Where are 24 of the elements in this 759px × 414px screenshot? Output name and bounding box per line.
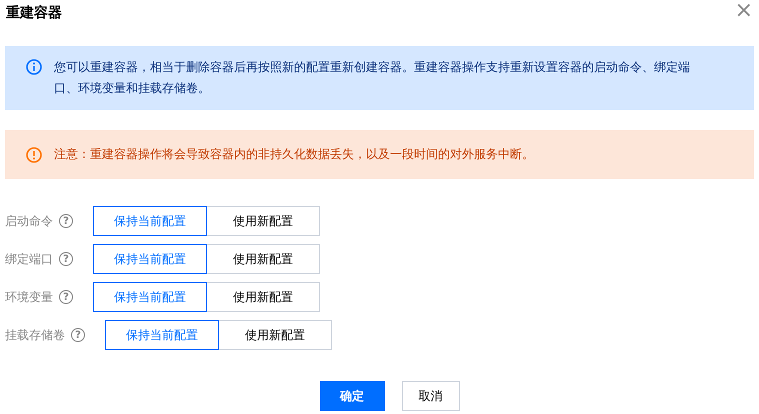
help-icon[interactable]: ? bbox=[59, 252, 73, 266]
option-button[interactable]: 使用新配置 bbox=[218, 320, 332, 350]
help-icon[interactable]: ? bbox=[59, 214, 73, 228]
cancel-button[interactable]: 取消 bbox=[402, 381, 460, 411]
confirm-button[interactable]: 确定 bbox=[320, 381, 384, 411]
option-button[interactable]: 保持当前配置 bbox=[93, 244, 207, 274]
help-icon[interactable]: ? bbox=[59, 290, 73, 304]
option-button[interactable]: 保持当前配置 bbox=[93, 282, 207, 312]
option-button[interactable]: 保持当前配置 bbox=[105, 320, 219, 350]
option-button[interactable]: 使用新配置 bbox=[206, 244, 320, 274]
setting-label: 挂载存储卷 bbox=[5, 327, 65, 344]
dialog-title: 重建容器 bbox=[6, 4, 62, 23]
option-button[interactable]: 使用新配置 bbox=[206, 282, 320, 312]
close-button[interactable]: × bbox=[732, 0, 755, 22]
setting-label: 启动命令 bbox=[5, 213, 53, 230]
setting-label: 环境变量 bbox=[5, 289, 53, 306]
info-icon bbox=[26, 59, 42, 75]
setting-label: 绑定端口 bbox=[5, 251, 53, 268]
alert-text: 您可以重建容器，相当于删除容器后再按照新的配置重新创建容器。重建容器操作支持重新设置容器的启动命令、绑定端口、环境变量和挂载存储卷。 bbox=[54, 59, 691, 97]
alert-text: 注意：重建容器操作将会导致容器内的非持久化数据丢失，以及一段时间的对外服务中断。 bbox=[54, 146, 534, 163]
option-button[interactable]: 保持当前配置 bbox=[93, 206, 207, 236]
help-icon[interactable]: ? bbox=[71, 328, 85, 342]
option-button[interactable]: 使用新配置 bbox=[206, 206, 320, 236]
warning-icon bbox=[26, 146, 42, 162]
